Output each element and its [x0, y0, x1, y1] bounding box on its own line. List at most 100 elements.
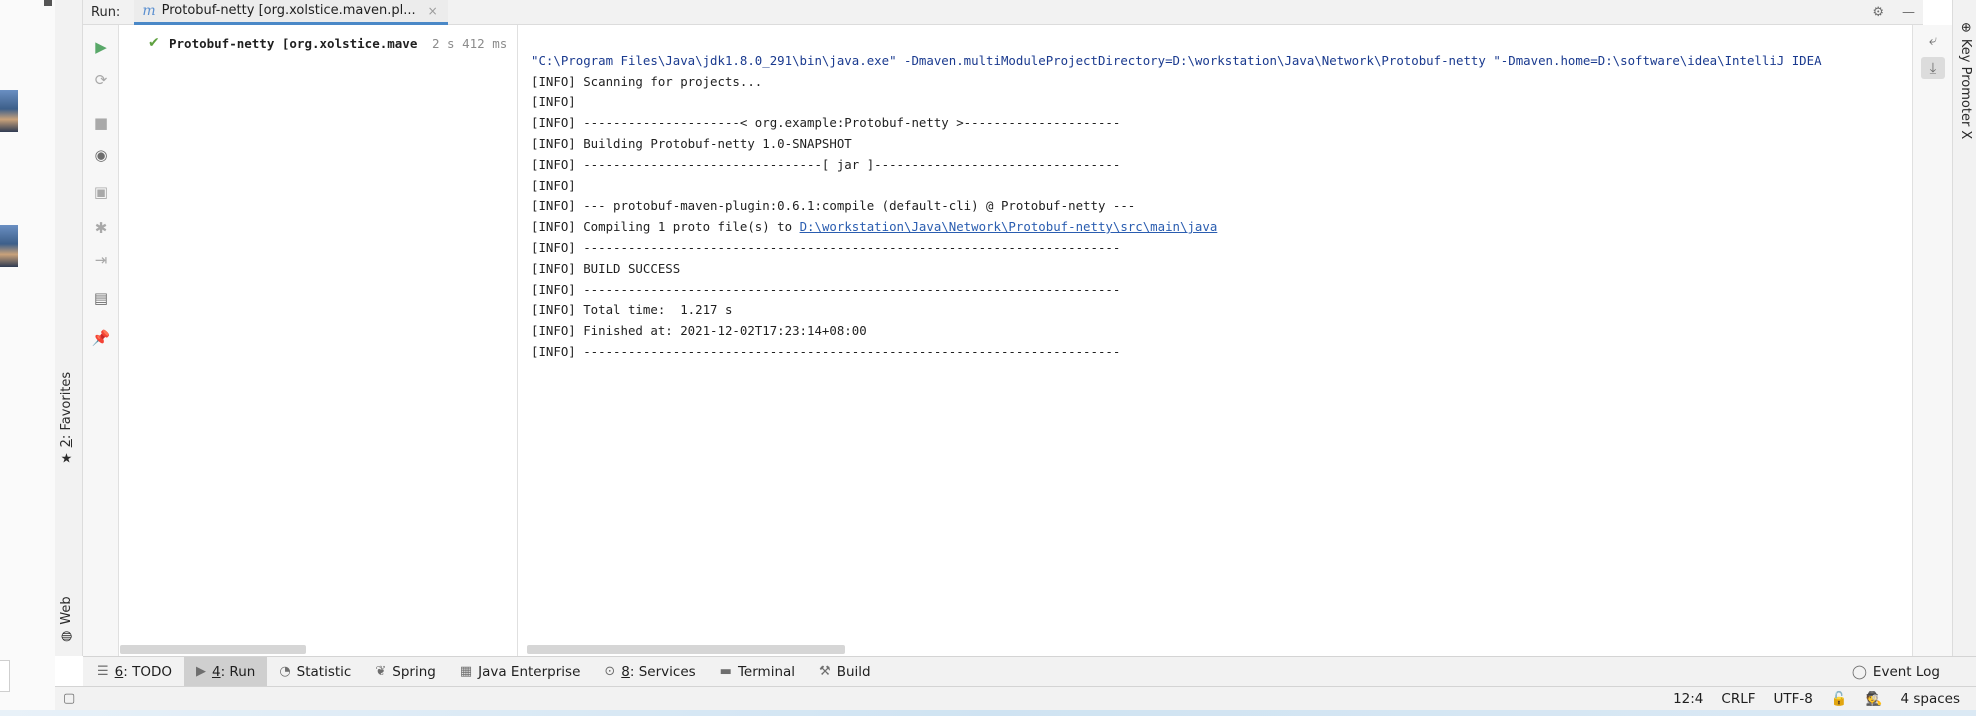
- console-line: [INFO] BUILD SUCCESS: [531, 260, 681, 276]
- tab-java-enterprise[interactable]: ▦ Java Enterprise: [448, 657, 593, 687]
- key-promoter-tab[interactable]: ⊕ Key Promoter X: [1958, 22, 1973, 139]
- rerun-failed-icon[interactable]: ⟳: [91, 70, 111, 90]
- list-icon: ☰: [97, 664, 109, 679]
- console-line: [INFO] Scanning for projects...: [531, 73, 763, 89]
- indent-setting[interactable]: 4 spaces: [1900, 691, 1960, 707]
- console-horizontal-scrollbar[interactable]: [527, 645, 845, 654]
- line-separator[interactable]: CRLF: [1721, 691, 1755, 707]
- stop-icon[interactable]: ■: [91, 113, 111, 133]
- minimize-icon[interactable]: —: [1902, 5, 1915, 20]
- window-corner: [44, 0, 52, 6]
- console-command-line: "C:\Program Files\Java\jdk1.8.0_291\bin\…: [531, 52, 1822, 68]
- run-toolbar: ▶ ⟳ ■ ◉ ▣ ✱ ⇥ ▤ 📌: [83, 25, 119, 656]
- tab-services[interactable]: ⊙ 8: Services: [592, 657, 707, 687]
- exit-icon[interactable]: ⇥: [91, 250, 111, 270]
- debug-icon[interactable]: ✱: [91, 218, 111, 238]
- console-line: [INFO] --- protobuf-maven-plugin:0.6.1:c…: [531, 198, 1136, 214]
- tab-number: 6: [114, 663, 124, 680]
- console-line: [INFO] ---------------------< org.exampl…: [531, 115, 1121, 131]
- layout-icon[interactable]: ▤: [91, 288, 111, 308]
- desktop-thumbnail[interactable]: [0, 225, 18, 267]
- tab-label: Java Enterprise: [478, 663, 581, 680]
- bottom-tool-tabs: ☰ 6: TODO ▶ 4: Run ◔ Statistic ❦ Spring …: [83, 656, 1976, 687]
- play-icon: ▶: [195, 664, 206, 679]
- hammer-icon: ⚒: [819, 664, 831, 679]
- run-tree-item-name: Protobuf-netty [org.xolstice.mave: [169, 35, 418, 51]
- taskbar-edge: [0, 710, 1976, 716]
- success-check-icon: ✔: [148, 35, 160, 51]
- gear-icon[interactable]: ⚙: [1872, 5, 1884, 20]
- desktop-thumbnail[interactable]: [0, 90, 18, 132]
- console-line: [INFO] ---------------------------------…: [531, 343, 1121, 359]
- output-path-link[interactable]: D:\workstation\Java\Network\Protobuf-net…: [800, 219, 1218, 234]
- event-log-label: Event Log: [1872, 664, 1940, 680]
- pie-icon: ◔: [279, 664, 291, 679]
- status-right: 12:4 CRLF UTF-8 🔓 🕵 4 spaces: [1673, 687, 1960, 711]
- terminal-icon: ▬: [719, 664, 732, 679]
- tab-spring[interactable]: ❦ Spring: [363, 657, 447, 687]
- rerun-icon[interactable]: ▶: [91, 37, 111, 57]
- key-promoter-icon: ⊕: [1958, 22, 1973, 33]
- globe-icon: ◍: [59, 630, 74, 642]
- close-icon[interactable]: ×: [428, 4, 438, 18]
- run-tree-item-time: 2 s 412 ms: [432, 35, 508, 51]
- eye-icon[interactable]: ◉: [91, 145, 111, 165]
- favorites-number: 2: [59, 439, 74, 448]
- console-line: [INFO]: [531, 94, 576, 110]
- soft-wrap-icon[interactable]: ⤶: [1921, 29, 1945, 51]
- services-icon: ⊙: [604, 664, 616, 679]
- tab-todo[interactable]: ☰ 6: TODO: [85, 657, 184, 687]
- tab-label: : Services: [629, 663, 696, 680]
- run-config-tab[interactable]: m Protobuf-netty [org.xolstice.maven.pl.…: [134, 0, 448, 25]
- lock-icon[interactable]: 🔓: [1831, 691, 1848, 707]
- tab-number: 4: [211, 663, 221, 680]
- tab-statistic[interactable]: ◔ Statistic: [267, 657, 363, 687]
- inspector-icon[interactable]: 🕵: [1866, 691, 1883, 707]
- file-encoding[interactable]: UTF-8: [1773, 691, 1812, 707]
- compile-prefix: [INFO] Compiling 1 proto file(s) to: [531, 219, 800, 235]
- desktop-widget: [0, 660, 10, 692]
- right-tool-stripe: ⊕ Key Promoter X: [1952, 0, 1976, 656]
- desktop-strip: [0, 0, 55, 716]
- web-label: Web: [59, 596, 74, 625]
- web-tab[interactable]: ◍ Web: [59, 596, 74, 642]
- event-log-icon: ◯: [1851, 664, 1867, 680]
- star-icon: ★: [60, 451, 73, 467]
- camera-icon[interactable]: ▣: [91, 182, 111, 202]
- console-line: [INFO] --------------------------------[…: [531, 156, 1121, 172]
- console-side-toolbar: ⤶ ⤓: [1912, 25, 1952, 656]
- tab-label: : TODO: [123, 663, 172, 680]
- tab-label: Build: [836, 663, 871, 680]
- event-log-tab[interactable]: ◯ Event Log: [1852, 657, 1940, 687]
- tab-number: 8: [621, 663, 630, 680]
- favorites-label: : Favorites: [59, 371, 74, 440]
- favorites-tab[interactable]: ★ 2: Favorites: [59, 371, 74, 467]
- left-tool-stripe: ★ 2: Favorites ◍ Web: [55, 0, 83, 656]
- console-line: [INFO] Total time: 1.217 s: [531, 302, 733, 318]
- pin-icon[interactable]: 📌: [91, 328, 111, 348]
- console-line: [INFO] ---------------------------------…: [531, 281, 1121, 297]
- header-actions: ⚙ —: [1872, 0, 1915, 25]
- tab-label: : Run: [220, 663, 256, 680]
- console-line: [INFO] ---------------------------------…: [531, 239, 1121, 255]
- caret-position[interactable]: 12:4: [1673, 691, 1703, 707]
- console-output[interactable]: "C:\Program Files\Java\jdk1.8.0_291\bin\…: [519, 25, 1912, 656]
- tab-label: Terminal: [737, 663, 796, 680]
- enterprise-icon: ▦: [459, 664, 473, 679]
- run-label: Run:: [91, 4, 121, 20]
- tab-label: Statistic: [296, 663, 352, 680]
- tree-horizontal-scrollbar[interactable]: [120, 645, 306, 654]
- scroll-to-end-icon[interactable]: ⤓: [1921, 57, 1945, 79]
- tab-build[interactable]: ⚒ Build: [807, 657, 883, 687]
- status-bar: ▢ 12:4 CRLF UTF-8 🔓 🕵 4 spaces: [55, 686, 1976, 710]
- run-panel-header: Run: m Protobuf-netty [org.xolstice.mave…: [83, 0, 1923, 25]
- toggle-tool-windows-icon[interactable]: ▢: [63, 691, 75, 706]
- console-line: [INFO] Finished at: 2021-12-02T17:23:14+…: [531, 323, 867, 339]
- console-line-compile: [INFO] Compiling 1 proto file(s) to D:\w…: [531, 217, 1822, 238]
- run-tree: ✔ Protobuf-netty [org.xolstice.mave 2 s …: [120, 25, 518, 656]
- tab-terminal[interactable]: ▬ Terminal: [708, 657, 807, 687]
- maven-icon: m: [142, 2, 156, 19]
- run-tree-item[interactable]: ✔ Protobuf-netty [org.xolstice.mave 2 s …: [120, 33, 518, 53]
- console-line: [INFO]: [531, 177, 576, 193]
- tab-run[interactable]: ▶ 4: Run: [183, 656, 268, 687]
